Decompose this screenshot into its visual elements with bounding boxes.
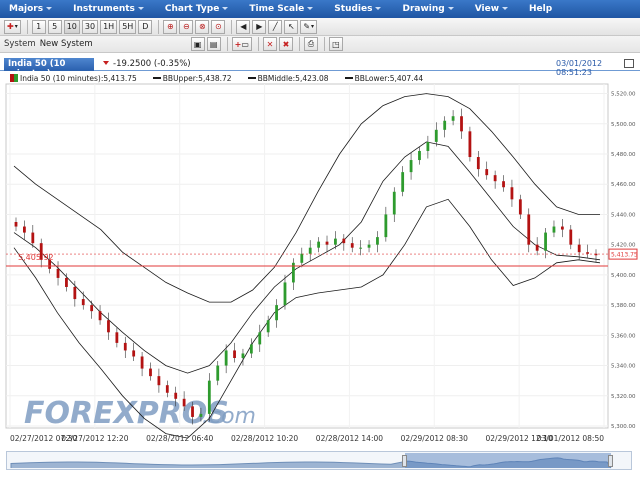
candle-body [342,238,346,244]
y-tick-label: 5,380.00 [611,303,636,309]
y-tick-label: 5,340.00 [611,364,636,370]
plot-area [5,83,609,429]
candle-body [460,116,463,132]
candle-body [241,353,245,358]
candle-body [207,380,211,414]
price-chart[interactable]: FOREXPROS .com 5,405.92 5,413.75 5,520.00… [0,0,640,450]
candle-body [350,243,354,248]
candle-body [23,226,26,233]
candle-body [182,398,186,407]
candle-body [359,247,363,249]
y-tick-label: 5,320.00 [611,394,636,400]
candle-body [434,129,438,142]
candle-body [409,160,413,173]
candle-body [224,350,228,366]
candle-body [384,214,388,238]
candle-body [283,282,287,306]
candle-body [107,320,110,333]
candle-body [334,238,337,245]
candle-body [569,229,573,245]
candle-body [81,299,85,306]
y-tick-label: 5,300.00 [611,424,636,430]
candle-body [140,356,144,369]
y-tick-label: 5,420.00 [611,243,636,249]
candle-body [132,350,136,357]
y-tick-label: 5,460.00 [611,182,636,188]
navigator-right-handle[interactable] [608,455,613,467]
candle-body [123,342,127,351]
y-tick-label: 5,400.00 [611,273,636,279]
candle-body [577,244,581,253]
candle-body [199,413,203,417]
candle-body [418,150,421,161]
y-tick-label: 5,520.00 [611,92,636,98]
candle-body [275,305,278,321]
candle-body [98,311,102,321]
watermark-brand: FOREXPROS [24,396,229,431]
candle-body [535,244,539,251]
candle-body [216,365,220,381]
x-tick-label: 03/01/2012 08:50 [537,434,604,443]
candle-body [493,175,497,182]
candle-body [502,181,505,188]
candle-body [308,247,312,254]
x-tick-label: 02/28/2012 06:40 [146,434,213,443]
last-price-label: 5,413.75 [611,252,638,259]
x-tick-label: 02/29/2012 08:30 [401,434,468,443]
y-tick-label: 5,440.00 [611,212,636,218]
candle-body [249,344,253,354]
candle-body [165,385,169,393]
candle-body [468,131,472,158]
candle-body [90,305,94,312]
candle-body [527,214,531,245]
candle-body [552,226,556,233]
navigator-left-handle[interactable] [402,455,407,467]
x-tick-label: 02/28/2012 14:00 [316,434,383,443]
candle-body [31,232,35,244]
candle-body [426,141,430,151]
candle-body [485,169,489,176]
candle-body [73,286,77,300]
candle-body [300,253,304,263]
candle-body [233,350,236,358]
candle-body [560,226,564,230]
navigator-overview [10,453,612,469]
y-axis: 5,520.00 5,500.00 5,480.00 5,460.00 5,440.00… [611,92,636,430]
candle-body [544,232,547,251]
candle-body [518,199,522,215]
candle-body [367,244,371,248]
candle-body [510,187,514,200]
candle-body [401,172,405,192]
x-tick-label: 02/27/2012 12:20 [61,434,128,443]
candle-body [56,268,60,278]
candle-body [157,376,161,386]
candle-body [376,237,379,245]
chart-navigator[interactable] [6,451,632,470]
candle-body [317,241,321,248]
y-tick-label: 5,500.00 [611,122,636,128]
candle-body [65,277,68,287]
x-tick-label: 02/28/2012 10:20 [231,434,298,443]
candle-body [586,252,589,254]
candle-body [443,120,447,130]
candle-body [476,157,480,170]
y-tick-label: 5,360.00 [611,333,636,339]
candle-body [115,332,119,343]
candle-body [392,191,396,215]
x-axis: 02/27/2012 07:3002/27/2012 12:20 02/28/20… [10,434,604,443]
candle-body [325,241,329,245]
y-tick-label: 5,480.00 [611,152,636,158]
candle-body [191,406,194,417]
candle-body [258,332,262,345]
navigator-selection[interactable] [405,453,611,468]
candle-body [149,368,152,377]
candle-body [266,320,270,333]
candle-body [14,222,18,227]
candle-body [174,392,178,399]
candle-body [451,116,455,121]
